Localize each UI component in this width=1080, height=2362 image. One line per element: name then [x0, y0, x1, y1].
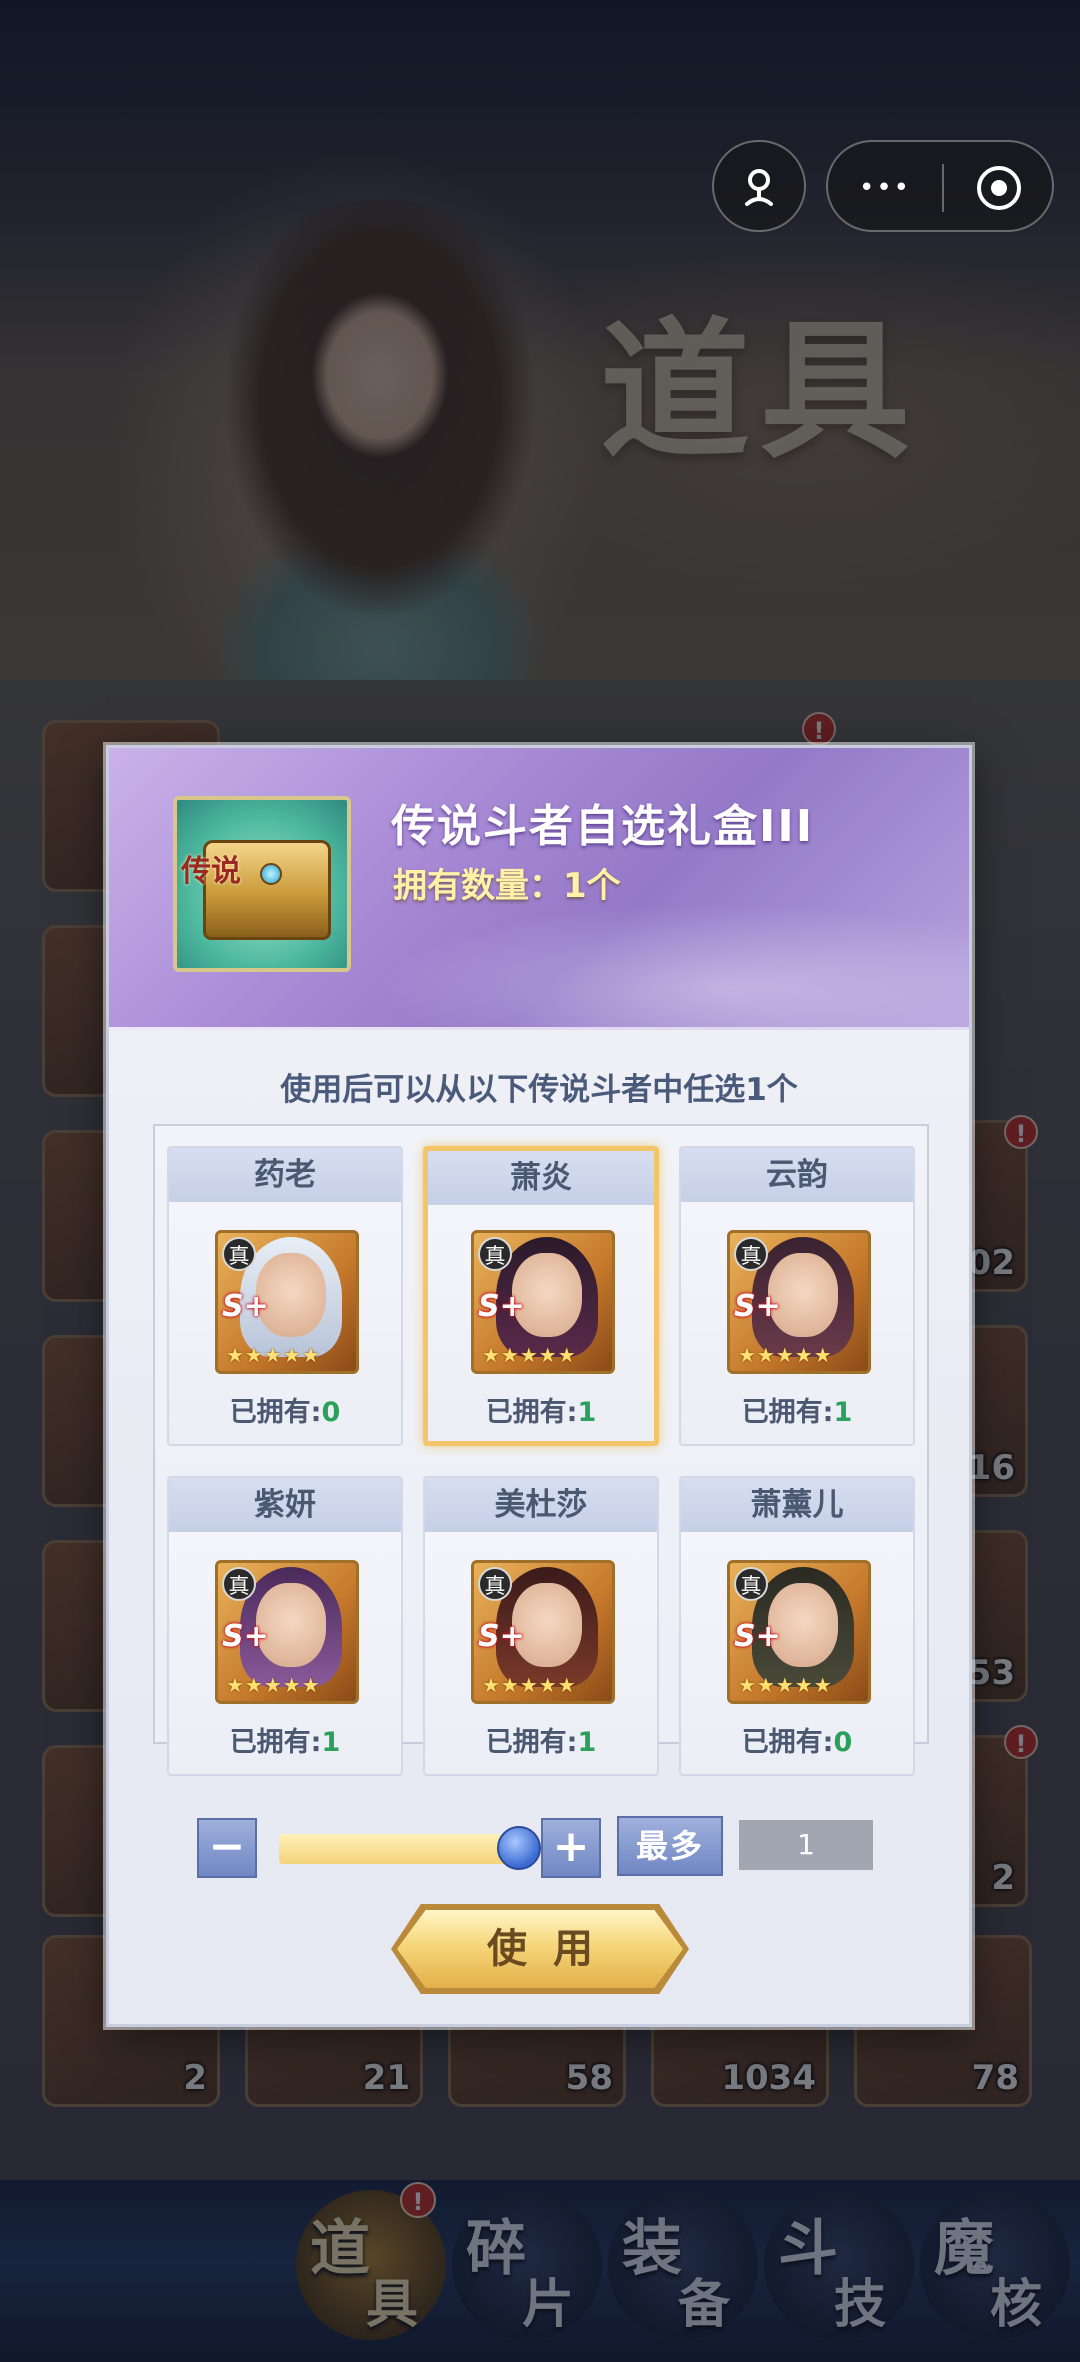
hero-name: 萧薰儿: [681, 1478, 913, 1532]
hero-card-yaolao[interactable]: 药老 真 S+ ★★★★★ 已拥有:0: [167, 1146, 403, 1446]
star-rating: ★★★★★: [738, 1673, 833, 1697]
close-miniprogram-button[interactable]: [944, 142, 1054, 234]
hero-card-xunner[interactable]: 萧薰儿 真 S+ ★★★★★ 已拥有:0: [679, 1476, 915, 1776]
hero-name: 萧炎: [428, 1151, 654, 1205]
hero-portrait: 真 S+ ★★★★★: [471, 1230, 615, 1374]
rank-badge: S+: [222, 1619, 269, 1654]
more-menu-button[interactable]: •••: [828, 142, 942, 234]
hero-owned: 已拥有:1: [741, 1397, 853, 1428]
joystick-button[interactable]: [712, 140, 806, 232]
rank-badge: S+: [734, 1289, 781, 1324]
hero-portrait: 真 S+ ★★★★★: [471, 1560, 615, 1704]
capsule-menu: •••: [826, 140, 1054, 232]
gift-box-icon: 传说: [173, 796, 351, 972]
hero-owned: 已拥有:1: [229, 1727, 341, 1758]
max-button[interactable]: 最多: [617, 1816, 723, 1876]
true-badge: 真: [734, 1237, 768, 1271]
true-badge: 真: [222, 1237, 256, 1271]
true-badge: 真: [734, 1567, 768, 1601]
hero-portrait: 真 S+ ★★★★★: [215, 1230, 359, 1374]
rank-badge: S+: [734, 1619, 781, 1654]
legend-label: 传说: [181, 854, 241, 889]
hero-portrait: 真 S+ ★★★★★: [215, 1560, 359, 1704]
hero-name: 美杜莎: [425, 1478, 657, 1532]
hero-owned: 已拥有:0: [741, 1727, 853, 1758]
rank-badge: S+: [478, 1619, 525, 1654]
hero-card-medusa[interactable]: 美杜莎 真 S+ ★★★★★ 已拥有:1: [423, 1476, 659, 1776]
true-badge: 真: [478, 1237, 512, 1271]
hero-portrait: 真 S+ ★★★★★: [727, 1230, 871, 1374]
hero-card-ziyan[interactable]: 紫妍 真 S+ ★★★★★ 已拥有:1: [167, 1476, 403, 1776]
star-rating: ★★★★★: [226, 1673, 321, 1697]
modal-header: 传说 传说斗者自选礼盒III 拥有数量：1个: [109, 748, 969, 1030]
instruction-text: 使用后可以从以下传说斗者中任选1个: [280, 1072, 798, 1108]
item-title: 传说斗者自选礼盒III: [391, 801, 815, 852]
hero-card-yunyun[interactable]: 云韵 真 S+ ★★★★★ 已拥有:1: [679, 1146, 915, 1446]
quantity-slider[interactable]: [279, 1834, 529, 1864]
hero-card-xiaoyan[interactable]: 萧炎 真 S+ ★★★★★ 已拥有:1: [423, 1146, 659, 1446]
hero-name: 云韵: [681, 1148, 913, 1202]
record-icon: [977, 166, 1021, 210]
hero-owned: 已拥有:1: [485, 1397, 597, 1428]
gift-box-modal: 传说 传说斗者自选礼盒III 拥有数量：1个 使用后可以从以下传说斗者中任选1个…: [106, 745, 972, 2027]
hero-owned: 已拥有:1: [485, 1727, 597, 1758]
rank-badge: S+: [222, 1289, 269, 1324]
slider-handle[interactable]: [497, 1826, 541, 1870]
decrease-button[interactable]: −: [197, 1818, 257, 1878]
increase-button[interactable]: +: [541, 1818, 601, 1878]
star-rating: ★★★★★: [482, 1673, 577, 1697]
hero-name: 药老: [169, 1148, 401, 1202]
use-button[interactable]: 使用: [397, 1910, 683, 1988]
star-rating: ★★★★★: [738, 1343, 833, 1367]
owned-count: 拥有数量：1个: [393, 866, 621, 906]
joystick-icon: [714, 142, 804, 234]
hero-owned: 已拥有:0: [229, 1397, 341, 1428]
true-badge: 真: [222, 1567, 256, 1601]
hero-choice-list: 药老 真 S+ ★★★★★ 已拥有:0 萧炎 真 S+ ★★★★★ 已拥有:1 …: [153, 1124, 929, 1776]
star-rating: ★★★★★: [226, 1343, 321, 1367]
true-badge: 真: [478, 1567, 512, 1601]
more-icon: •••: [858, 173, 911, 203]
hero-name: 紫妍: [169, 1478, 401, 1532]
hero-portrait: 真 S+ ★★★★★: [727, 1560, 871, 1704]
rank-badge: S+: [478, 1289, 525, 1324]
star-rating: ★★★★★: [482, 1343, 577, 1367]
quantity-field[interactable]: 1: [739, 1820, 873, 1870]
